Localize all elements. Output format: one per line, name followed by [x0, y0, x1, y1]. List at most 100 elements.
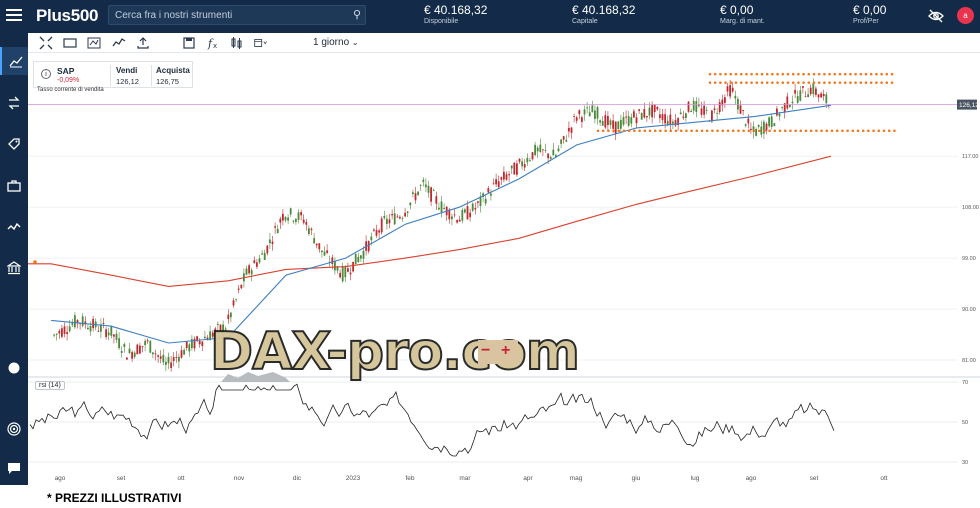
- candle-body: [105, 329, 108, 338]
- avatar[interactable]: a: [957, 7, 974, 24]
- candle-body: [469, 212, 472, 218]
- candle-body: [549, 156, 552, 159]
- period-selector[interactable]: 1 giorno ⌄: [313, 37, 359, 48]
- candle-body: [503, 171, 505, 180]
- candle-body: [596, 107, 599, 119]
- share-icon[interactable]: [136, 36, 150, 50]
- candle-body: [133, 352, 136, 357]
- rsi-tick-label: 70: [962, 380, 968, 386]
- target-icon[interactable]: [0, 415, 28, 443]
- candle-body: [443, 208, 446, 209]
- sun-icon[interactable]: [0, 354, 28, 382]
- candle-body: [172, 357, 175, 362]
- candle-body: [110, 325, 113, 336]
- candle-body: [61, 328, 63, 337]
- save-icon[interactable]: [182, 36, 196, 50]
- search-input[interactable]: Cerca fra i nostri strumenti: [108, 5, 366, 25]
- candle-body: [510, 165, 513, 169]
- calendar-icon[interactable]: [254, 36, 268, 50]
- maintenance-margin: € 0,00 Marg. di mant.: [720, 3, 765, 25]
- candle-body: [107, 332, 110, 336]
- swap-icon[interactable]: [0, 89, 28, 117]
- level-dot: [882, 129, 886, 133]
- candle-body: [409, 202, 412, 206]
- candle-body: [731, 87, 734, 92]
- chat-icon[interactable]: [0, 454, 28, 482]
- candle-body: [552, 149, 555, 156]
- level-dot: [760, 72, 764, 76]
- candle-body: [604, 115, 607, 128]
- candle-body: [578, 110, 581, 115]
- level-dot: [867, 129, 870, 133]
- candle-body: [393, 213, 396, 225]
- change-percent: -0,09%: [57, 77, 80, 84]
- candle-body: [253, 260, 256, 264]
- x-tick-label: ago: [746, 475, 757, 482]
- candle-body: [742, 110, 745, 112]
- level-dot: [755, 81, 759, 84]
- level-dot: [724, 72, 727, 76]
- hamburger-menu-icon[interactable]: [6, 9, 22, 23]
- indicator-icon[interactable]: [112, 36, 126, 50]
- screen-icon[interactable]: [63, 36, 77, 50]
- level-dot: [739, 81, 743, 84]
- candle-body: [653, 104, 656, 113]
- level-dot: [674, 129, 678, 133]
- candle-body: [204, 336, 206, 339]
- buy-price[interactable]: 126,75: [156, 77, 179, 86]
- candle-body: [141, 346, 144, 348]
- buy-label[interactable]: Acquista: [156, 66, 190, 75]
- level-dot: [729, 81, 733, 84]
- level-dot: [745, 72, 748, 76]
- level-dot: [690, 129, 693, 133]
- info-icon[interactable]: i: [41, 69, 51, 79]
- bank-icon[interactable]: [0, 254, 28, 282]
- candle-body: [128, 348, 131, 354]
- candle-body: [126, 357, 128, 360]
- sell-price[interactable]: 126,12: [116, 77, 139, 86]
- candle-body: [276, 228, 279, 234]
- candle-body: [484, 198, 487, 204]
- level-dot: [773, 129, 777, 133]
- candles-icon[interactable]: [230, 36, 244, 50]
- line-tool-icon[interactable]: [87, 36, 101, 50]
- x-tick-label: ago: [55, 475, 66, 482]
- candle-body: [53, 334, 56, 336]
- crosshair-icon[interactable]: [39, 36, 53, 50]
- eye-off-icon[interactable]: [928, 9, 944, 23]
- candle-body: [799, 90, 802, 101]
- level-dot: [823, 72, 826, 76]
- chart-icon[interactable]: [0, 47, 28, 75]
- level-dot: [872, 129, 875, 133]
- formula-icon[interactable]: fx: [206, 36, 220, 50]
- level-dot: [797, 81, 800, 84]
- candle-body: [562, 136, 565, 140]
- pulse-icon[interactable]: [0, 213, 28, 241]
- price-chart[interactable]: 126,12 81.00 90.00 99.00 108.00 117.00 70 50 3…: [28, 54, 980, 485]
- tag-icon[interactable]: [0, 130, 28, 158]
- candle-body: [396, 216, 399, 218]
- y-tick-label: 117.00: [962, 154, 978, 160]
- briefcase-icon[interactable]: [0, 172, 28, 200]
- y-tick-label: 90.00: [962, 307, 976, 313]
- candle-body: [89, 325, 92, 332]
- candle-body: [601, 120, 604, 126]
- candle-body: [490, 193, 492, 196]
- chevron-down-icon: ⌄: [351, 38, 359, 47]
- candle-body: [149, 340, 152, 353]
- candle-body: [438, 207, 440, 210]
- x-tick-label: mar: [459, 475, 471, 482]
- sma-slow-line: [28, 155, 832, 287]
- candle-body: [266, 245, 269, 254]
- candle-body: [807, 94, 810, 98]
- candle-body: [258, 258, 261, 263]
- level-dot: [887, 129, 891, 133]
- sell-label[interactable]: Vendi: [116, 66, 137, 75]
- candle-body: [495, 179, 498, 185]
- level-dot: [734, 72, 738, 76]
- level-dot: [859, 72, 863, 76]
- candle-body: [477, 201, 479, 203]
- candle-body: [534, 144, 537, 156]
- level-dot: [890, 81, 894, 84]
- search-icon[interactable]: ⚲: [353, 8, 361, 21]
